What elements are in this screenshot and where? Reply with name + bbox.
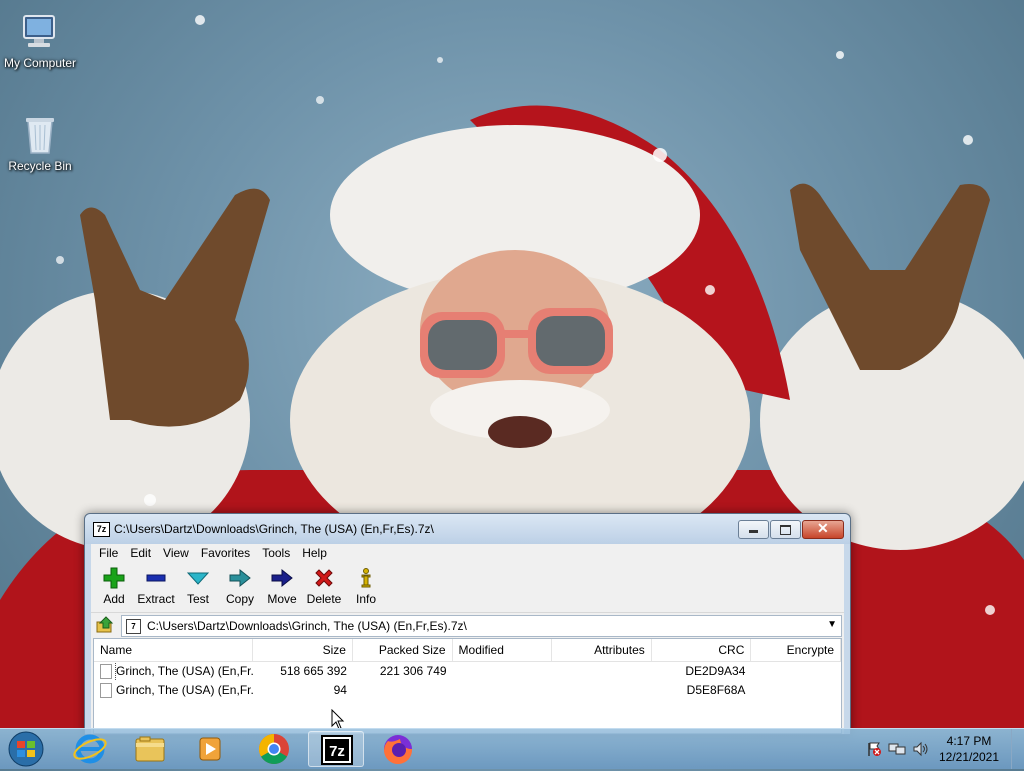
menu-file[interactable]: File: [93, 544, 124, 562]
arrow-right-icon: [270, 566, 294, 590]
computer-icon: [18, 10, 62, 54]
check-icon: [186, 566, 210, 590]
file-icon: [100, 664, 112, 679]
file-crc: DE2D9A34: [685, 664, 746, 678]
window-titlebar[interactable]: 7z C:\Users\Dartz\Downloads\Grinch, The …: [85, 514, 850, 544]
maximize-button[interactable]: [770, 520, 801, 539]
plus-icon: [102, 566, 126, 590]
chrome-icon: [258, 734, 289, 765]
menu-favorites[interactable]: Favorites: [195, 544, 256, 562]
table-row[interactable]: Grinch, The (USA) (En,Fr... 518 665 392 …: [94, 662, 841, 681]
column-header-encrypted[interactable]: Encrypte: [751, 639, 841, 661]
column-header-modified[interactable]: Modified: [453, 639, 553, 661]
internet-explorer-icon: [73, 734, 107, 764]
file-name: Grinch, The (USA) (En,Fr...: [116, 683, 254, 697]
column-header-attributes[interactable]: Attributes: [552, 639, 652, 661]
column-header-packed-size[interactable]: Packed Size: [353, 639, 453, 661]
file-size: 518 665 392: [280, 664, 347, 678]
window-title: C:\Users\Dartz\Downloads\Grinch, The (US…: [114, 522, 434, 536]
file-modified: [453, 662, 553, 681]
arrow-right-icon: [228, 566, 252, 590]
delete-button[interactable]: Delete: [303, 562, 345, 612]
desktop-icon-recycle-bin[interactable]: Recycle Bin: [0, 113, 80, 173]
path-combobox[interactable]: 7 C:\Users\Dartz\Downloads\Grinch, The (…: [121, 615, 842, 637]
taskbar-internet-explorer[interactable]: [62, 731, 118, 767]
extract-button[interactable]: Extract: [135, 562, 177, 612]
taskbar-firefox[interactable]: [370, 731, 426, 767]
minus-icon: [144, 566, 168, 590]
file-packed-size: [353, 681, 453, 700]
taskbar-clock[interactable]: 4:17 PM 12/21/2021: [934, 733, 1004, 765]
chevron-down-icon[interactable]: ▼: [827, 619, 837, 630]
info-icon: [354, 566, 378, 590]
volume-icon[interactable]: [912, 741, 930, 760]
file-icon: [100, 683, 112, 698]
file-crc: D5E8F68A: [686, 683, 746, 697]
path-text: C:\Users\Dartz\Downloads\Grinch, The (US…: [147, 619, 467, 633]
file-attributes: [552, 681, 652, 700]
file-name: Grinch, The (USA) (En,Fr...: [114, 662, 254, 681]
file-explorer-icon: [135, 736, 165, 762]
file-encrypted: [751, 662, 841, 681]
taskbar: 7z 4:17 PM 12/21/2021: [0, 728, 1024, 769]
archive-icon: 7: [126, 618, 141, 634]
column-header-name[interactable]: Name: [94, 639, 254, 661]
close-button[interactable]: ✕: [802, 520, 844, 539]
taskbar-7zip[interactable]: 7z: [308, 731, 364, 767]
toolbar: Add Extract Test Copy Move Delete Info: [91, 562, 844, 613]
menu-edit[interactable]: Edit: [124, 544, 157, 562]
media-player-icon: [199, 737, 221, 761]
svg-text:7z: 7z: [329, 743, 345, 760]
menu-tools[interactable]: Tools: [256, 544, 296, 562]
test-button[interactable]: Test: [177, 562, 219, 612]
file-attributes: [552, 662, 652, 681]
file-modified: [453, 681, 553, 700]
up-folder-icon: [96, 616, 114, 633]
file-encrypted: [751, 681, 841, 700]
recycle-bin-icon: [18, 113, 62, 157]
move-button[interactable]: Move: [261, 562, 303, 612]
menu-bar: File Edit View Favorites Tools Help: [91, 544, 844, 562]
desktop-icon-label: My Computer: [3, 56, 77, 70]
x-icon: [312, 566, 336, 590]
table-row[interactable]: Grinch, The (USA) (En,Fr... 94 D5E8F68A: [94, 681, 841, 700]
7zip-icon: 7z: [321, 735, 353, 765]
column-header-row: Name Size Packed Size Modified Attribute…: [94, 639, 841, 662]
minimize-button[interactable]: [738, 520, 769, 539]
taskbar-media-player[interactable]: [182, 731, 238, 767]
desktop-icon-label: Recycle Bin: [8, 159, 72, 173]
file-list[interactable]: Name Size Packed Size Modified Attribute…: [93, 638, 842, 734]
firefox-icon: [384, 735, 413, 765]
address-bar: 7 C:\Users\Dartz\Downloads\Grinch, The (…: [91, 613, 844, 637]
copy-button[interactable]: Copy: [219, 562, 261, 612]
maximize-icon: [780, 525, 791, 535]
column-header-crc[interactable]: CRC: [652, 639, 752, 661]
7zip-app-icon: 7z: [93, 522, 110, 537]
start-button[interactable]: [6, 731, 46, 767]
column-header-size[interactable]: Size: [253, 639, 353, 661]
taskbar-chrome[interactable]: [246, 731, 302, 767]
up-folder-button[interactable]: [95, 615, 115, 635]
clock-time: 4:17 PM: [946, 734, 992, 748]
file-packed-size: 221 306 749: [379, 664, 447, 678]
info-button[interactable]: Info: [345, 562, 387, 612]
show-desktop-button[interactable]: [1011, 729, 1024, 769]
menu-help[interactable]: Help: [296, 544, 333, 562]
7zip-window[interactable]: 7z C:\Users\Dartz\Downloads\Grinch, The …: [84, 513, 851, 735]
menu-view[interactable]: View: [157, 544, 195, 562]
network-icon[interactable]: [888, 741, 906, 760]
close-icon: ✕: [817, 520, 829, 536]
minimize-icon: [749, 530, 758, 533]
windows-logo-icon: [8, 731, 44, 767]
clock-date: 12/21/2021: [938, 750, 1000, 764]
desktop-icon-my-computer[interactable]: My Computer: [0, 10, 80, 70]
file-size: 94: [333, 683, 347, 697]
add-button[interactable]: Add: [93, 562, 135, 612]
taskbar-file-explorer[interactable]: [122, 731, 178, 767]
action-center-flag-icon[interactable]: [866, 741, 882, 760]
